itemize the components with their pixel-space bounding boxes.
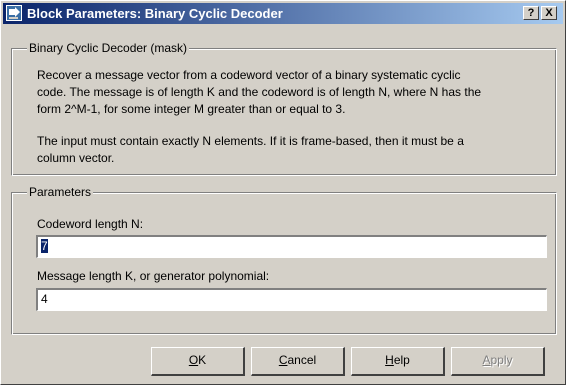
codeword-length-value: 7	[41, 239, 48, 253]
simulink-block-icon	[6, 5, 22, 21]
help-button[interactable]: Help	[351, 347, 445, 376]
description-line: The input must contain exactly N element…	[37, 134, 464, 148]
title-bar[interactable]: Block Parameters: Binary Cyclic Decoder …	[3, 3, 563, 24]
apply-button[interactable]: Apply	[451, 347, 545, 376]
ok-label-rest: K	[198, 353, 207, 367]
description-line: Recover a message vector from a codeword…	[37, 68, 461, 82]
message-length-label: Message length K, or generator polynomia…	[37, 269, 270, 283]
parameters-group-title: Parameters	[27, 185, 94, 199]
apply-mnemonic: A	[482, 353, 491, 367]
window-title: Block Parameters: Binary Cyclic Decoder	[27, 6, 283, 21]
description-line: column vector.	[37, 151, 115, 165]
ok-button[interactable]: OK	[151, 347, 245, 376]
message-length-value: 4	[41, 292, 48, 306]
help-label-rest: elp	[393, 353, 410, 367]
description-line: form 2^M-1, for some integer M greater t…	[37, 102, 346, 116]
message-length-input[interactable]: 4	[36, 288, 547, 311]
codeword-length-input[interactable]: 7	[36, 235, 547, 258]
help-mnemonic: H	[385, 353, 394, 367]
description-line: code. The message is of length K and the…	[37, 85, 482, 99]
cancel-label-rest: ancel	[287, 353, 317, 367]
ok-mnemonic: O	[188, 353, 199, 367]
description-group-title: Binary Cyclic Decoder (mask)	[27, 41, 190, 55]
help-question-icon[interactable]: ?	[523, 6, 539, 20]
cancel-button[interactable]: Cancel	[251, 347, 345, 376]
codeword-length-label: Codeword length N:	[37, 217, 144, 231]
parameters-frame	[11, 192, 557, 335]
close-x-icon[interactable]: X	[541, 6, 557, 20]
apply-label-rest: pply	[490, 353, 513, 367]
block-parameters-dialog: Block Parameters: Binary Cyclic Decoder …	[0, 0, 566, 385]
